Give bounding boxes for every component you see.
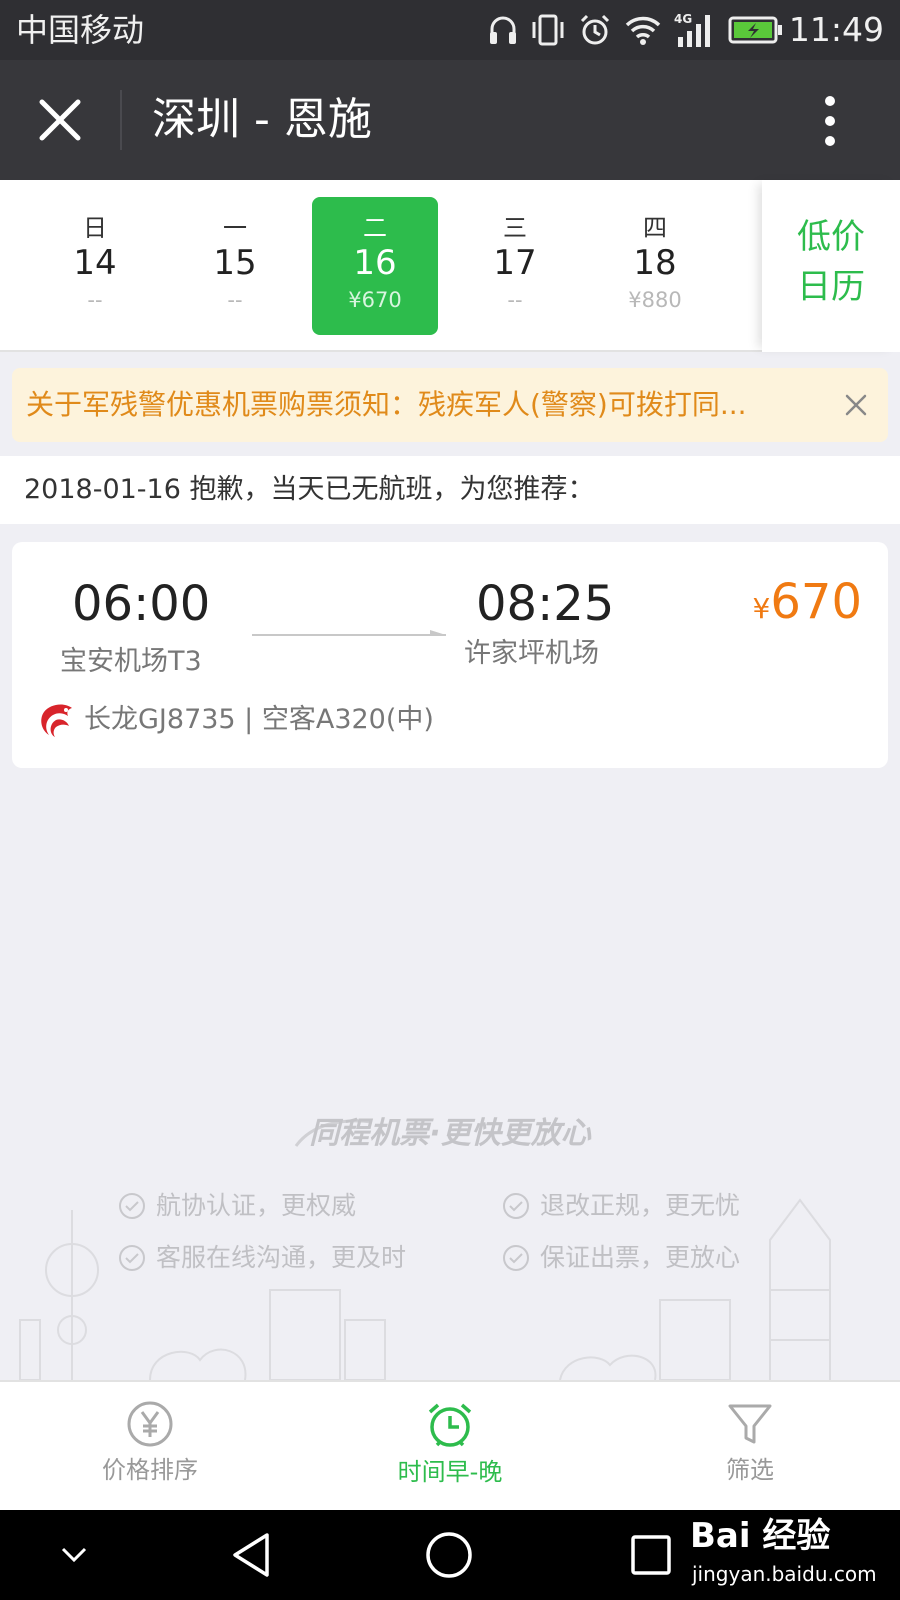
date-number: 17 — [493, 243, 537, 283]
title-bar: 深圳 - 恩施 — [0, 60, 900, 180]
date-price: ¥670 — [348, 288, 402, 312]
date-number: 18 — [633, 243, 677, 283]
low-price-calendar-line2: 日历 — [797, 267, 865, 307]
nav-back-button[interactable] — [216, 1510, 286, 1600]
flight-card[interactable]: 06:00 宝安机场T3 08:25 许家坪机场 ¥670 长龙GJ8735 |… — [12, 542, 888, 768]
guarantee-item: 保证出票，更放心 — [502, 1242, 740, 1274]
flight-arrow-icon — [252, 630, 446, 636]
guarantee-text: 保证出票，更放心 — [540, 1243, 741, 1272]
brand-slogan: 同程机票·更快更放心 — [309, 1116, 591, 1151]
signal-4g-icon: 4G — [674, 12, 710, 47]
weekday-label: 四 — [643, 214, 667, 242]
date-item-17[interactable]: 三 17 -- — [452, 197, 578, 335]
alarm-icon — [580, 14, 610, 45]
date-item-15[interactable]: 一 15 -- — [172, 197, 298, 335]
notice-banner[interactable]: 关于军残警优惠机票购票须知：残疾军人(警察)可拨打同... — [12, 368, 888, 442]
date-item-18[interactable]: 四 18 ¥880 — [592, 197, 718, 335]
date-price: -- — [87, 288, 103, 312]
vibrate-icon — [532, 14, 564, 46]
tab-price-sort[interactable]: 价格排序 — [0, 1382, 300, 1512]
carrier-name: 中国移动 — [16, 11, 145, 49]
date-price: -- — [507, 288, 523, 312]
tab-label: 时间早-晚 — [397, 1458, 503, 1486]
alarm-clock-icon — [428, 1403, 472, 1447]
airline-logo-icon — [41, 704, 72, 737]
no-flight-hint: 2018-01-16 抱歉，当天已无航班，为您推荐： — [0, 456, 900, 524]
check-circle-icon — [119, 1193, 145, 1219]
guarantee-text: 航协认证，更权威 — [156, 1191, 357, 1220]
guarantee-item: 退改正规，更无忧 — [502, 1190, 740, 1222]
date-number: 14 — [73, 243, 117, 283]
nav-home-button[interactable] — [414, 1510, 484, 1600]
weekday-label: 一 — [223, 214, 247, 242]
date-selector: 日 14 -- 一 15 -- 二 16 ¥670 三 17 -- 四 18 ¥… — [0, 180, 900, 352]
nav-recents-button[interactable] — [616, 1510, 686, 1600]
departure-time: 06:00 — [72, 576, 211, 632]
nav-collapse-button[interactable] — [44, 1510, 104, 1600]
arrival-airport: 许家坪机场 — [464, 638, 599, 669]
date-price: ¥880 — [628, 288, 682, 312]
notice-close-icon[interactable] — [842, 391, 870, 419]
guarantee-text: 退改正规，更无忧 — [540, 1191, 741, 1220]
recents-square-icon — [631, 1535, 671, 1575]
date-price: -- — [227, 288, 243, 312]
filter-icon — [728, 1404, 772, 1444]
wifi-icon — [625, 16, 661, 45]
page-title: 深圳 - 恩施 — [152, 94, 372, 145]
tab-label: 筛选 — [726, 1456, 774, 1484]
home-circle-icon — [426, 1532, 472, 1578]
chevron-down-icon — [61, 1547, 87, 1563]
date-number: 15 — [213, 243, 257, 283]
check-circle-icon — [119, 1245, 145, 1271]
airline-info: 长龙GJ8735 | 空客A320(中) — [84, 704, 434, 735]
watermark-bottom-text: jingyan.baidu.com — [692, 1562, 877, 1586]
bottom-tab-bar: 价格排序 时间早-晚 筛选 — [0, 1380, 900, 1510]
more-options-button[interactable] — [822, 94, 838, 148]
tab-label: 价格排序 — [102, 1456, 198, 1484]
battery-charging-icon — [728, 16, 782, 44]
check-circle-icon — [503, 1193, 529, 1219]
headphones-icon — [490, 16, 516, 44]
low-price-calendar-line1: 低价 — [797, 217, 865, 257]
watermark-top-text: Bai 经验 — [690, 1516, 831, 1556]
arrival-time: 08:25 — [476, 576, 615, 632]
close-button[interactable] — [36, 96, 84, 144]
date-item-16-selected[interactable]: 二 16 ¥670 — [312, 197, 438, 335]
tab-time-sort[interactable]: 时间早-晚 — [300, 1382, 600, 1512]
date-number: 16 — [353, 243, 397, 283]
yen-circle-icon — [127, 1401, 173, 1447]
guarantee-item: 航协认证，更权威 — [118, 1190, 356, 1222]
low-price-calendar-button[interactable]: 低价 日历 — [762, 180, 900, 352]
date-item-14[interactable]: 日 14 -- — [32, 197, 158, 335]
clock: 11:49 — [788, 10, 884, 49]
notice-text: 关于军残警优惠机票购票须知：残疾军人(警察)可拨打同... — [26, 388, 747, 421]
status-icons: 4G — [488, 8, 784, 52]
weekday-label: 日 — [83, 214, 107, 242]
back-triangle-icon — [233, 1533, 269, 1577]
status-bar: 中国移动 4G 11:49 — [0, 0, 900, 60]
tab-filter[interactable]: 筛选 — [600, 1382, 900, 1512]
weekday-label: 二 — [363, 214, 387, 242]
departure-airport: 宝安机场T3 — [60, 646, 202, 677]
brand-area: 同程机票·更快更放心 航协认证，更权威 退改正规，更无忧 客服在线沟通，更及时 … — [0, 1110, 900, 1370]
check-circle-icon — [503, 1245, 529, 1271]
baidu-jingyan-watermark: Bai 经验 jingyan.baidu.com — [686, 1512, 900, 1598]
guarantee-text: 客服在线沟通，更及时 — [156, 1243, 407, 1272]
price-amount: 670 — [770, 574, 862, 630]
hint-text: 2018-01-16 抱歉，当天已无航班，为您推荐： — [24, 474, 595, 505]
currency-symbol: ¥ — [752, 592, 771, 625]
guarantee-item: 客服在线沟通，更及时 — [118, 1242, 406, 1274]
svg-text:4G: 4G — [674, 12, 692, 26]
weekday-label: 三 — [503, 214, 527, 242]
flight-price: ¥670 — [753, 574, 862, 630]
title-divider — [120, 90, 122, 150]
